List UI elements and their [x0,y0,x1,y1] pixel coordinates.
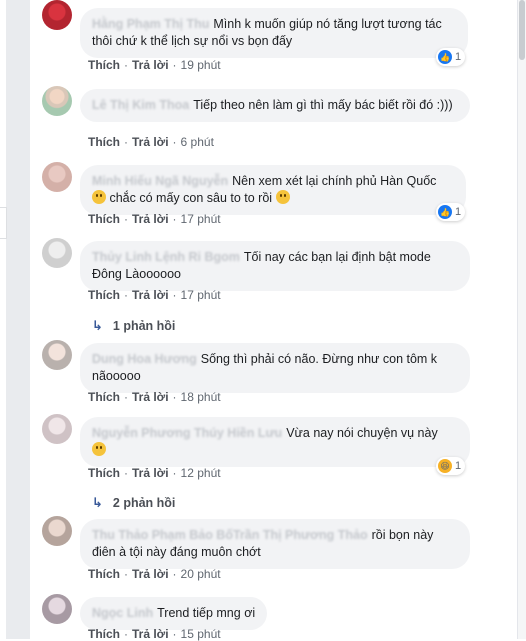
like-link[interactable]: Thích [88,212,120,226]
like-link[interactable]: Thích [88,390,120,404]
smile-emoji-icon [275,190,290,204]
comment-bubble: Nguyễn Phương Thúy Hiền Lưu Vừa nay nói c… [80,417,470,467]
comment-author[interactable]: Lê Thị Kim Thoa [92,98,189,112]
view-replies-button[interactable]: ↳ 1 phản hồi [92,318,175,334]
comment-author[interactable]: Dung Hoa Hương [92,352,197,366]
replies-count: 2 phản hồi [112,496,176,510]
like-icon: 👍 [438,205,452,219]
comment-bubble: Minh Hiếu Ngã Nguyễn Nên xem xét lại chín… [80,165,466,215]
smile-emoji-icon [92,190,106,204]
comment-bubble: Dung Hoa Hương Sống thì phải có não. Đừng… [80,343,470,393]
comment-author[interactable]: Nguyễn Phương Thúy Hiền Lưu [92,426,282,440]
laugh-emoji-icon [92,442,106,456]
comment-author[interactable]: Ngọc Linh [92,606,153,620]
comment-actions: Thích · Trả lời · 20 phút [88,567,221,581]
reply-link[interactable]: Trả lời [132,288,169,302]
avatar[interactable] [42,86,72,116]
comment-time[interactable]: 17 phút [181,288,221,302]
comment-text: Tiếp theo nên làm gì thì mấy bác biết rồ… [193,98,453,112]
reply-link[interactable]: Trả lời [132,567,169,581]
side-panel-tab[interactable] [0,207,7,239]
avatar[interactable] [42,0,72,30]
reaction-count: 1 [455,460,462,472]
reaction-summary[interactable]: 👍 1 [436,48,466,66]
view-replies-button[interactable]: ↳ 2 phản hồi [92,495,175,511]
comment-actions: Thích · Trả lời · 17 phút [88,288,221,302]
reply-arrow-icon: ↳ [92,318,103,333]
comment-text: Nên xem xét lại chính phủ Hàn Quốc [232,174,437,188]
avatar[interactable] [42,414,72,444]
comment-text: Vừa nay nói chuyện vụ này [286,426,438,440]
comment-author[interactable]: Thủy Linh Lệnh Ri Bgom [92,250,240,264]
like-link[interactable]: Thích [88,135,120,149]
avatar[interactable] [42,516,72,546]
comment-time[interactable]: 6 phút [181,135,214,149]
comment-author[interactable]: Minh Hiếu Ngã Nguyễn [92,174,228,188]
haha-icon: 😆 [438,459,452,473]
comment-time[interactable]: 17 phút [181,212,221,226]
comment-bubble: Thu Thảo Phạm Bảo BốTrần Thị Phương Thảo… [80,519,470,569]
reaction-summary[interactable]: 👍 1 [436,203,466,221]
reply-link[interactable]: Trả lời [132,390,169,404]
comment-author[interactable]: Hằng Phạm Thị Thu [92,17,209,31]
scrollbar[interactable] [517,0,526,639]
comment-author[interactable]: Thu Thảo Phạm Bảo BốTrần Thị Phương Thảo [92,528,368,542]
reply-link[interactable]: Trả lời [132,212,169,226]
reply-arrow-icon: ↳ [92,495,103,510]
scrollbar-thumb[interactable] [519,0,525,60]
avatar[interactable] [42,340,72,370]
like-link[interactable]: Thích [88,58,120,72]
reaction-summary[interactable]: 😆 1 [436,457,466,475]
like-link[interactable]: Thích [88,567,120,581]
comment-actions: Thích · Trả lời · 18 phút [88,390,221,404]
comment-actions: Thích · Trả lời · 6 phút [88,135,214,149]
comment-time[interactable]: 20 phút [181,567,221,581]
reply-link[interactable]: Trả lời [132,466,169,480]
reaction-count: 1 [455,206,462,218]
comment-actions: Thích · Trả lời · 19 phút [88,58,221,72]
like-link[interactable]: Thích [88,288,120,302]
avatar[interactable] [42,594,72,624]
like-icon: 👍 [438,50,452,64]
comment-bubble: Lê Thị Kim Thoa Tiếp theo nên làm gì thì … [80,89,470,122]
comment-text: Trend tiếp mng ơi [157,606,256,620]
reply-link[interactable]: Trả lời [132,135,169,149]
comment-time[interactable]: 18 phút [181,390,221,404]
comment-bubble: Ngọc Linh Trend tiếp mng ơi [80,597,268,630]
comment-bubble: Hằng Phạm Thị Thu Mình k muốn giúp nó tăn… [80,8,468,58]
comment-time[interactable]: 12 phút [181,466,221,480]
like-link[interactable]: Thích [88,466,120,480]
avatar[interactable] [42,162,72,192]
comment-bubble: Thủy Linh Lệnh Ri Bgom Tối nay các bạn lạ… [80,241,470,291]
reply-link[interactable]: Trả lời [132,58,169,72]
replies-count: 1 phản hồi [112,319,176,333]
comment-time[interactable]: 19 phút [181,58,221,72]
side-panel-edge [0,0,6,639]
reaction-count: 1 [455,51,462,63]
comment-text-cont: chắc có mấy con sâu to to rồi [109,191,273,205]
comment-actions: Thích · Trả lời · 12 phút [88,466,221,480]
avatar[interactable] [42,238,72,268]
comment-actions: Thích · Trả lời · 17 phút [88,212,221,226]
